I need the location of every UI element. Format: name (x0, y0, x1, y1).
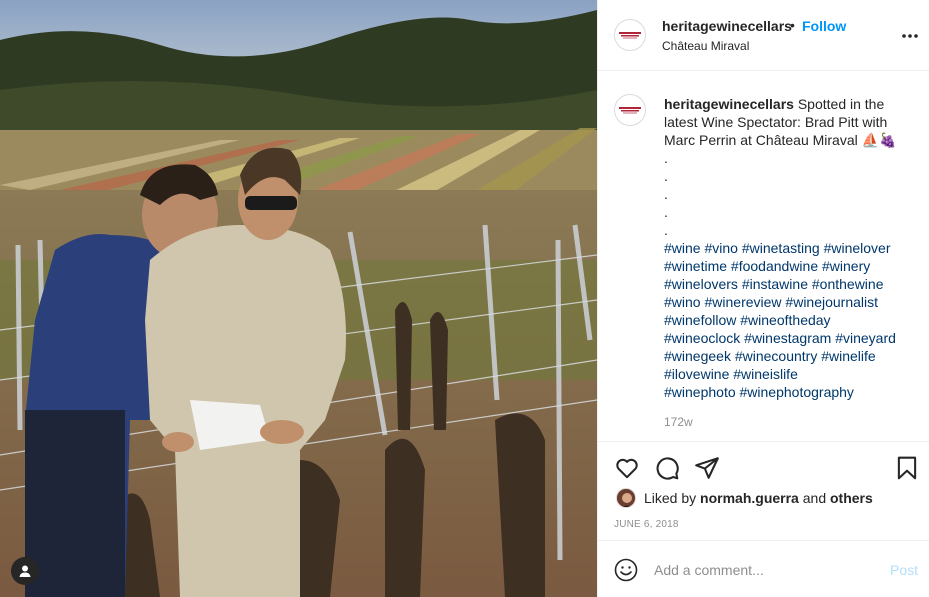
caption-dot: . (664, 222, 668, 238)
caption-dot: . (664, 204, 668, 220)
hashtag-link[interactable]: #winelover (824, 240, 891, 256)
hashtag-link[interactable]: #winetasting (742, 240, 820, 256)
comment-form: Post (598, 542, 929, 597)
hashtag-link[interactable]: #winejournalist (785, 294, 878, 310)
caption-username[interactable]: heritagewinecellars (664, 96, 794, 112)
hashtag-link[interactable]: #ilovewine (664, 366, 729, 382)
post-header: heritagewinecellars • Follow Château Mir… (598, 0, 929, 71)
hashtag-link[interactable]: #winery (822, 258, 870, 274)
hashtag-link[interactable]: #vineyard (835, 330, 896, 346)
hashtag-list: #wine #vino #winetasting #winelover #win… (664, 239, 914, 401)
hashtag-link[interactable]: #winelovers (664, 276, 738, 292)
caption-dot: . (664, 150, 668, 166)
emoji-button[interactable] (614, 558, 638, 582)
liked-by-others[interactable]: others (830, 490, 873, 506)
comment-input[interactable] (654, 560, 874, 580)
hashtag-link[interactable]: #winephotography (740, 384, 854, 400)
user-tag-button[interactable] (11, 557, 39, 585)
follow-button[interactable]: Follow (802, 18, 846, 34)
smiley-icon (614, 558, 638, 582)
post-photo[interactable] (0, 0, 597, 597)
save-button[interactable] (894, 455, 920, 481)
action-bar: Liked by normah.guerra and others JUNE 6… (598, 443, 929, 541)
liked-by-user[interactable]: normah.guerra (700, 490, 799, 506)
hashtag-link[interactable]: #wineoftheday (740, 312, 830, 328)
hashtag-link[interactable]: #winecountry (735, 348, 818, 364)
share-button[interactable] (694, 455, 720, 481)
hashtag-link[interactable]: #onthewine (812, 276, 884, 292)
hashtag-link[interactable]: #winetime (664, 258, 727, 274)
hashtag-link[interactable]: #foodandwine (731, 258, 818, 274)
bookmark-icon (897, 456, 917, 480)
caption-text-block: heritagewinecellars Spotted in the lates… (664, 95, 914, 401)
header-username[interactable]: heritagewinecellars (662, 18, 792, 34)
hashtag-link[interactable]: #wine (664, 240, 701, 256)
hashtag-link[interactable]: #instawine (742, 276, 808, 292)
post-comment-button[interactable]: Post (890, 562, 918, 578)
like-button[interactable] (614, 455, 640, 481)
caption-avatar[interactable] (614, 94, 646, 126)
caption-dot: . (664, 186, 668, 202)
hashtag-link[interactable]: #winegeek (664, 348, 731, 364)
comment-button[interactable] (654, 455, 680, 481)
hashtag-link[interactable]: #wino (664, 294, 701, 310)
hashtag-link[interactable]: #vino (704, 240, 737, 256)
liked-by-prefix: Liked by (644, 490, 697, 506)
location-link[interactable]: Château Miraval (662, 39, 749, 53)
hashtag-link[interactable]: #winestagram (744, 330, 831, 346)
vineyard-photo (0, 0, 597, 597)
hashtag-link[interactable]: #winelife (821, 348, 875, 364)
post-side-panel: heritagewinecellars • Follow Château Mir… (597, 0, 929, 597)
caption-section: heritagewinecellars Spotted in the lates… (598, 72, 929, 442)
more-options-icon (902, 34, 918, 38)
post-age[interactable]: 172w (664, 415, 693, 429)
user-tag-icon (19, 565, 31, 577)
more-options-button[interactable] (900, 26, 920, 46)
avatar[interactable] (614, 19, 646, 51)
hashtag-link[interactable]: #winereview (704, 294, 781, 310)
hashtag-link[interactable]: #winefollow (664, 312, 736, 328)
hashtag-link[interactable]: #wineislife (733, 366, 798, 382)
brand-logo-icon (619, 107, 641, 114)
liker-avatar[interactable] (616, 488, 636, 508)
liker-photo (617, 489, 635, 507)
caption-dot: . (664, 168, 668, 184)
caption-dots: . . . . . (664, 149, 914, 239)
hashtag-link[interactable]: #winephoto (664, 384, 736, 400)
liked-by-and: and (802, 490, 827, 506)
liked-by: Liked by normah.guerra and others (616, 488, 873, 508)
heart-icon (616, 458, 638, 479)
post-date[interactable]: JUNE 6, 2018 (614, 519, 679, 530)
comment-icon (656, 457, 679, 480)
paper-plane-icon (695, 457, 719, 479)
separator-dot: • (790, 17, 795, 33)
hashtag-link[interactable]: #wineoclock (664, 330, 740, 346)
brand-logo-icon (619, 32, 641, 39)
